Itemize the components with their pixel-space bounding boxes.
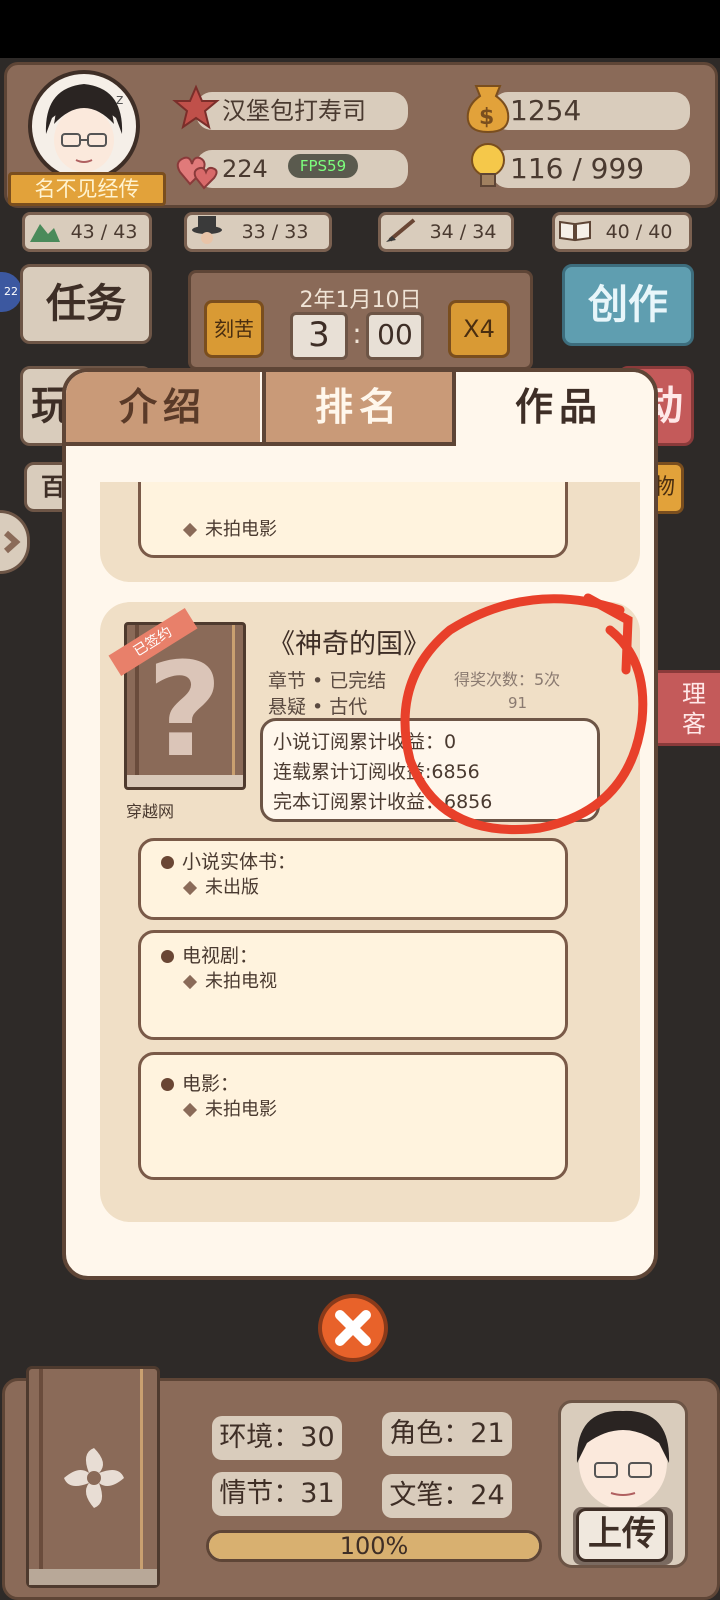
stat-role: 角色：21 <box>382 1412 512 1456</box>
star-badge-icon <box>172 84 220 130</box>
diamond-icon <box>182 522 198 538</box>
close-button[interactable] <box>318 1294 388 1362</box>
side-expand-button[interactable] <box>0 510 30 574</box>
bullet-icon <box>161 1078 174 1091</box>
work-card-previous: 未拍电影 <box>100 482 640 582</box>
hat-icon <box>192 216 222 244</box>
resource-value: 34 / 34 <box>429 221 497 243</box>
tv-value: 未拍电视 <box>205 971 277 992</box>
hearts-count: 224 <box>222 155 268 183</box>
diamond-icon <box>182 1102 198 1118</box>
film-value: 未拍电影 <box>205 519 277 540</box>
tab-underline <box>66 442 456 446</box>
lightbulb-icon <box>471 143 505 187</box>
tab-label: 作品 <box>514 385 603 429</box>
money-pill: 1254 <box>492 92 690 130</box>
diamond-icon <box>182 974 198 990</box>
tv-value-row: 未拍电视 <box>141 967 277 993</box>
task-button[interactable]: 任务 <box>20 264 152 344</box>
player-avatar[interactable]: z <box>28 70 140 182</box>
tv-label-row: 电视剧： <box>161 941 258 968</box>
tv-label: 电视剧： <box>182 945 259 967</box>
stat-writing: 文笔：24 <box>382 1474 512 1518</box>
manage-label: 理 客 <box>682 680 706 738</box>
film-value: 未拍电影 <box>205 1099 277 1120</box>
diligent-label: 刻苦 <box>214 317 254 341</box>
minute-display: 00 <box>366 312 424 360</box>
diligent-button[interactable]: 刻苦 <box>204 300 264 358</box>
book-icon <box>559 220 591 242</box>
create-button[interactable]: 创作 <box>562 264 694 346</box>
money-bag-icon: $ <box>466 85 510 134</box>
hour-display: 3 <box>290 312 348 360</box>
film-value-row: 未拍电影 <box>141 515 277 541</box>
resource-value: 43 / 43 <box>70 221 138 243</box>
diamond-icon <box>182 880 198 896</box>
question-mark-icon: ? <box>147 634 223 786</box>
physical-book-box: 小说实体书： 未出版 <box>138 838 568 920</box>
work-tag-status: 章节 • 已完结 <box>268 670 387 692</box>
physical-value: 未出版 <box>205 877 259 898</box>
side-badge[interactable]: 22 <box>0 272 22 312</box>
stat-plot: 情节：31 <box>212 1472 342 1516</box>
film-box: 未拍电影 <box>138 482 568 558</box>
player-name: 名不见经传 <box>34 177 140 201</box>
tab-ranking[interactable]: 排名 <box>262 372 456 446</box>
tab-label: 介绍 <box>118 385 207 429</box>
resource-value: 40 / 40 <box>605 221 673 243</box>
physical-value-row: 未出版 <box>141 873 259 899</box>
svg-text:$: $ <box>479 105 494 130</box>
resource-value: 33 / 33 <box>241 221 309 243</box>
mountain-icon <box>30 224 60 242</box>
bullet-icon <box>161 950 174 963</box>
film-box: 电影： 未拍电影 <box>138 1052 568 1180</box>
svg-text:z: z <box>116 92 123 108</box>
tv-drama-box: 电视剧： 未拍电视 <box>138 930 568 1040</box>
current-book-cover[interactable] <box>26 1366 160 1588</box>
bullet-icon <box>161 856 174 869</box>
status-bar <box>0 0 720 58</box>
fps-counter: FPS59 <box>288 154 358 178</box>
ideas-pill: 116 / 999 <box>492 150 690 188</box>
player-title: 汉堡包打寿司 <box>222 97 366 125</box>
vortex-icon <box>64 1448 124 1508</box>
film-value-row: 未拍电影 <box>141 1095 277 1121</box>
tab-intro[interactable]: 介绍 <box>66 372 260 446</box>
avatar-face-icon: z <box>45 84 123 172</box>
film-label-row: 电影： <box>161 1069 239 1096</box>
physical-label-row: 小说实体书： <box>161 847 296 874</box>
physical-label: 小说实体书： <box>182 851 297 873</box>
work-tag-genre: 悬疑 • 古代 <box>268 696 368 718</box>
stat-environment: 环境：30 <box>212 1416 342 1460</box>
progress-bar: 100% <box>206 1530 542 1562</box>
tab-label: 排名 <box>314 385 403 429</box>
brush-icon <box>386 218 416 242</box>
ideas-value: 116 / 999 <box>510 152 645 185</box>
publish-site: 穿越网 <box>126 802 175 821</box>
speed-button[interactable]: X4 <box>448 300 510 358</box>
tab-works[interactable]: 作品 <box>456 372 654 446</box>
create-label: 创作 <box>588 282 668 328</box>
player-name-ribbon: 名不见经传 <box>8 172 166 206</box>
film-label: 电影： <box>182 1073 240 1095</box>
upload-label: 上传 <box>576 1508 668 1562</box>
close-icon <box>335 1310 371 1346</box>
title-pill: 汉堡包打寿司 <box>196 92 408 130</box>
hearts-icon <box>176 156 218 190</box>
task-label: 任务 <box>46 281 126 327</box>
time-separator: : <box>352 317 362 350</box>
money-value: 1254 <box>510 94 582 127</box>
speed-label: X4 <box>463 315 495 343</box>
progress-label: 100% <box>339 1532 409 1560</box>
chevron-right-icon <box>3 530 21 554</box>
game-screen: z 名不见经传 汉堡包打寿司 224 FPS59 1254 $ 116 / 99… <box>0 0 720 1600</box>
annotation-circle <box>400 593 648 835</box>
